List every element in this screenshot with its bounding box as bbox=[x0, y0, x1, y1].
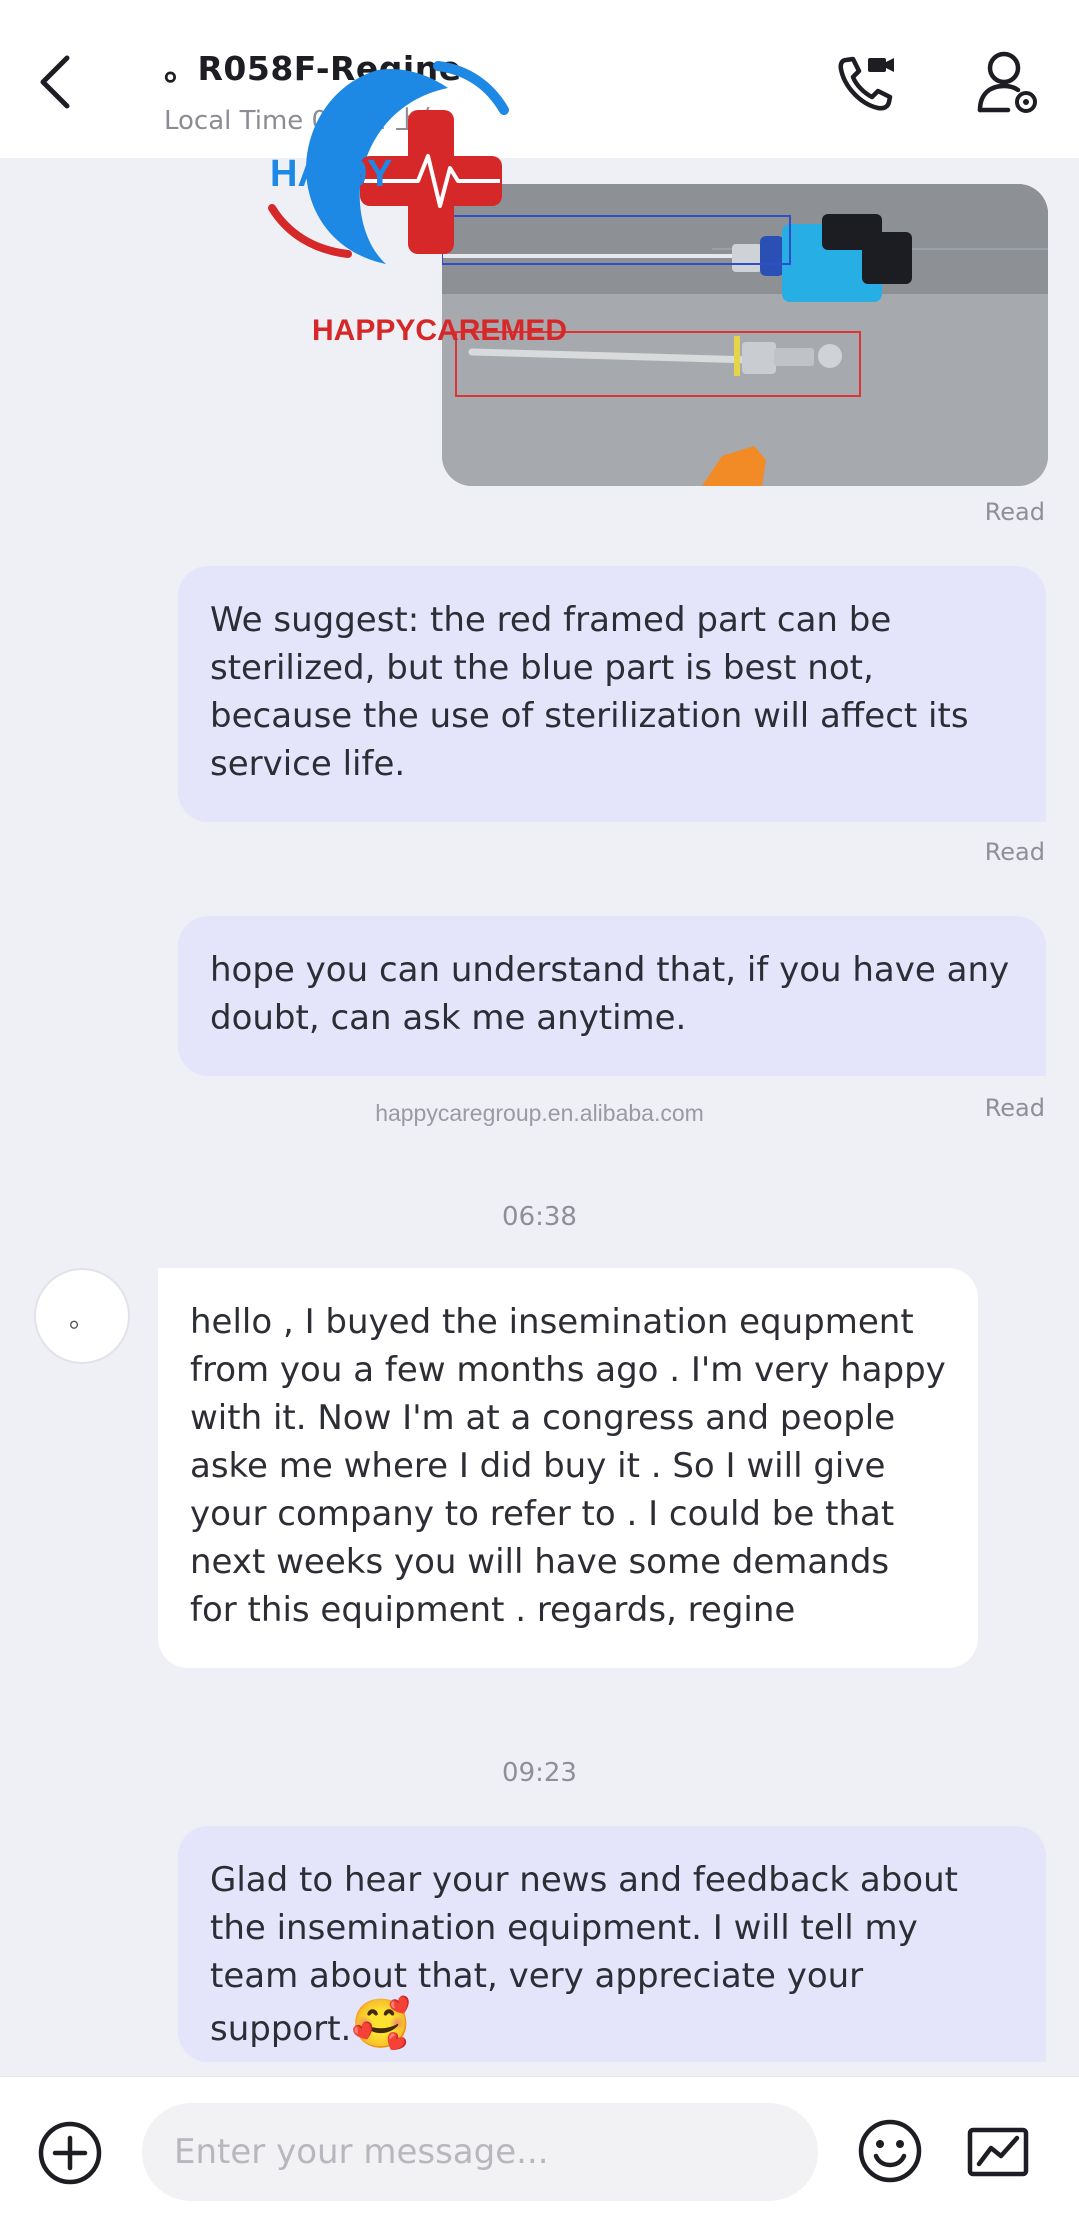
read-status: Read bbox=[984, 498, 1045, 526]
message-input[interactable] bbox=[142, 2103, 818, 2201]
message-text: Glad to hear your news and feedback abou… bbox=[210, 1860, 969, 2049]
quick-reply-icon bbox=[967, 2127, 1029, 2177]
chevron-left-icon bbox=[40, 55, 70, 109]
outgoing-message[interactable]: Glad to hear your news and feedback abou… bbox=[178, 1826, 1046, 2062]
attach-button[interactable] bbox=[34, 2117, 106, 2189]
video-call-icon bbox=[838, 56, 894, 111]
read-status: Read bbox=[984, 838, 1045, 866]
outgoing-message[interactable]: hope you can understand that, if you hav… bbox=[178, 916, 1046, 1076]
back-button[interactable] bbox=[30, 50, 80, 114]
quick-reply-button[interactable] bbox=[962, 2115, 1034, 2187]
message-list[interactable]: Read We suggest: the red framed part can… bbox=[0, 158, 1079, 2076]
blush-emoji: 🥰 bbox=[351, 1996, 412, 2052]
outgoing-message[interactable]: We suggest: the red framed part can be s… bbox=[178, 566, 1046, 822]
watermark-logo: HA99Y HAPPYCAREMED bbox=[268, 58, 578, 358]
contact-profile-button[interactable] bbox=[972, 46, 1044, 118]
user-settings-icon bbox=[977, 51, 1037, 113]
plus-circle-icon bbox=[38, 2121, 102, 2185]
brand-text: HAPPYCAREMED bbox=[312, 314, 567, 347]
smiley-icon bbox=[858, 2119, 922, 2183]
logo-text: HA99Y bbox=[270, 153, 393, 195]
watermark-url: happycaregroup.en.alibaba.com bbox=[375, 1100, 704, 1126]
time-separator: 09:23 bbox=[502, 1758, 577, 1788]
video-call-button[interactable] bbox=[832, 48, 902, 118]
message-input-bar bbox=[0, 2076, 1079, 2230]
message-text: hello , I buyed the insemination equpmen… bbox=[190, 1302, 957, 1630]
time-separator: 06:38 bbox=[502, 1202, 577, 1232]
message-text: hope you can understand that, if you hav… bbox=[210, 950, 1020, 1038]
incoming-message[interactable]: hello , I buyed the insemination equpmen… bbox=[158, 1268, 978, 1668]
message-text: We suggest: the red framed part can be s… bbox=[210, 600, 980, 784]
avatar[interactable]: 。 bbox=[34, 1268, 130, 1364]
read-status: Read bbox=[984, 1094, 1045, 1122]
emoji-button[interactable] bbox=[854, 2115, 926, 2187]
